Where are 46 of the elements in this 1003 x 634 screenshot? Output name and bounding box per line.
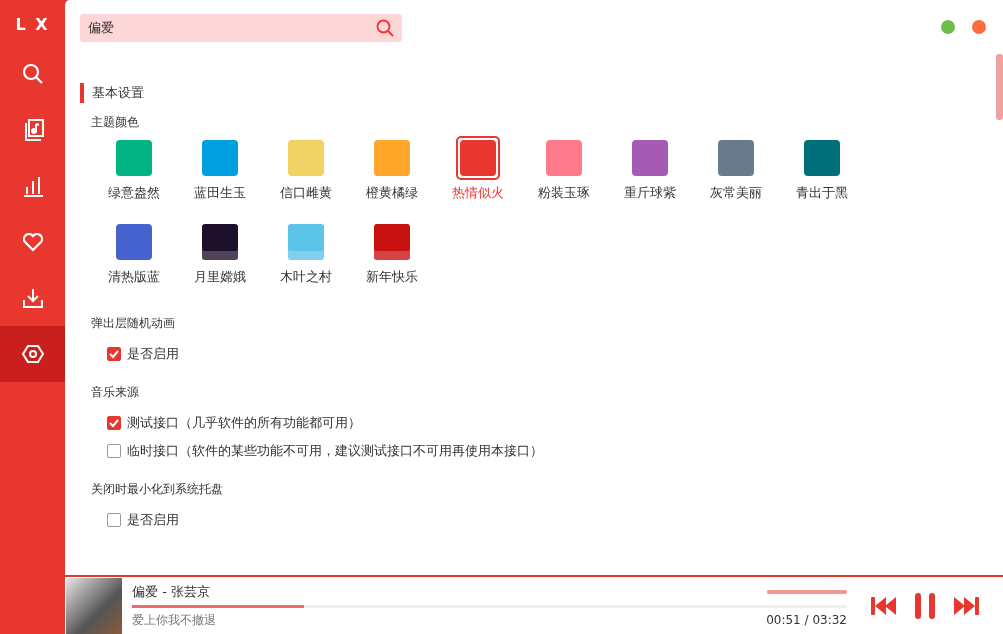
theme-option[interactable]: 热情似火 (435, 136, 521, 220)
bar-chart-icon (21, 175, 44, 197)
theme-option[interactable]: 灰常美丽 (693, 136, 779, 220)
volume-slider[interactable] (767, 589, 847, 594)
checkbox-option[interactable]: 是否启用 (107, 345, 996, 363)
minimize-button[interactable] (941, 20, 955, 34)
setting-label: 弹出层随机动画 (91, 315, 176, 331)
theme-option[interactable]: 青出于黑 (779, 136, 865, 220)
time-text: 00:51 / 03:32 (766, 613, 847, 627)
scrollbar-thumb[interactable] (996, 54, 1003, 120)
checkbox-option[interactable]: 是否启用 (107, 511, 996, 529)
heart-icon (21, 232, 44, 252)
app-logo: L X (14, 14, 51, 36)
search-icon (376, 18, 394, 37)
setting-label: 主题颜色 (91, 114, 140, 130)
theme-option[interactable]: 橙黄橘绿 (349, 136, 435, 220)
checkbox-option[interactable]: 临时接口（软件的某些功能不可用，建议测试接口不可用再使用本接口） (107, 442, 996, 460)
theme-option[interactable]: 蓝田生玉 (177, 136, 263, 220)
setting-label: 音乐来源 (91, 384, 140, 400)
theme-option[interactable]: 重斤球紫 (607, 136, 693, 220)
checkbox[interactable] (107, 416, 121, 430)
search-bar[interactable]: 偏爱 (80, 13, 402, 42)
theme-option[interactable]: 木叶之村 (263, 220, 349, 304)
checkbox[interactable] (107, 444, 121, 458)
checkbox[interactable] (107, 513, 121, 527)
search-field[interactable]: 偏爱 (86, 19, 376, 36)
settings-icon (21, 343, 44, 365)
theme-option[interactable]: 清热版蓝 (91, 220, 177, 304)
pause-button[interactable] (913, 592, 937, 619)
theme-option[interactable]: 新年快乐 (349, 220, 435, 304)
lyric-text: 爱上你我不撤退 (132, 611, 216, 629)
next-button[interactable] (951, 595, 979, 616)
photo-placeholder (66, 577, 122, 634)
search-icon (21, 63, 44, 85)
theme-option[interactable]: 月里嫦娥 (177, 220, 263, 304)
download-icon (21, 287, 44, 309)
setting-label: 关闭时最小化到系统托盘 (91, 481, 224, 497)
settings-nav-item[interactable] (0, 326, 65, 382)
theme-option[interactable]: 信口雌黄 (263, 136, 349, 220)
theme-option[interactable]: 绿意盎然 (91, 136, 177, 220)
previous-button[interactable] (871, 595, 899, 616)
song-title: 偏爱 - 张芸京 (132, 582, 210, 601)
close-button[interactable] (972, 20, 986, 34)
checkbox-option[interactable]: 测试接口（几乎软件的所有功能都可用） (107, 414, 996, 432)
theme-option[interactable]: 粉装玉琢 (521, 136, 607, 220)
checkbox[interactable] (107, 347, 121, 361)
